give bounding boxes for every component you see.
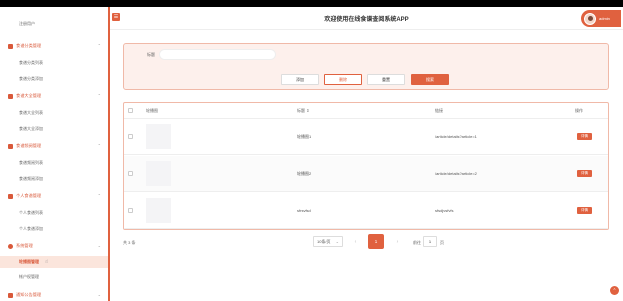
- row-checkbox[interactable]: [128, 134, 133, 139]
- menu-icon: [8, 193, 13, 199]
- sidebar-item-carousel-manage[interactable]: 轮播图管理 ☝: [0, 256, 109, 268]
- carousel-thumbnail: [146, 198, 171, 223]
- select-all-checkbox[interactable]: [128, 108, 133, 113]
- sidebar-item-personal-recipe-list[interactable]: 个人食谱列表: [0, 208, 109, 218]
- sidebar-group-recipe-category[interactable]: 食谱分类管理 ⌃: [0, 41, 109, 51]
- avatar: [584, 12, 596, 25]
- detail-button[interactable]: 详情: [577, 207, 592, 214]
- row-link: sfsdjvsfvfs: [435, 208, 454, 213]
- next-page-button[interactable]: ›: [391, 236, 404, 247]
- page-title: 欢迎使用在线食谱查阅系统APP: [324, 17, 409, 23]
- page-number-current[interactable]: 1: [368, 234, 384, 249]
- row-title: 轮播图1: [297, 134, 312, 139]
- column-header-action: 操作: [575, 108, 583, 113]
- window-top-bar: [0, 0, 623, 7]
- cursor-hand-icon: ☝: [45, 259, 49, 265]
- pagination: 共 3 条 10条/页 ⌄ ‹ 1 › 前往 1 页: [123, 233, 609, 251]
- reset-button[interactable]: 重置: [367, 74, 405, 85]
- sidebar-item-registered-users[interactable]: 注册用户: [0, 19, 109, 29]
- chevron-down-icon: ⌄: [97, 243, 101, 248]
- sidebar-item-recipe-all-list[interactable]: 食谱大全列表: [0, 108, 109, 118]
- search-panel: 标题 添加 删除 重置 搜索: [123, 43, 609, 90]
- prev-page-button[interactable]: ‹: [349, 236, 362, 247]
- sidebar-item-recipe-read-add[interactable]: 食谱频阅添加: [0, 174, 109, 184]
- title-label: 标题: [147, 52, 155, 57]
- menu-icon: [8, 143, 13, 149]
- detail-button[interactable]: 详情: [577, 170, 592, 177]
- notice-icon: [8, 292, 13, 298]
- sidebar-item-personal-recipe-add[interactable]: 个人食谱添加: [0, 224, 109, 234]
- goto-label: 前往: [413, 240, 421, 245]
- header: ☰ 欢迎使用在线食谱查阅系统APP admin: [110, 7, 623, 30]
- title-search-input[interactable]: [159, 49, 276, 60]
- sidebar-item-recipe-category-add[interactable]: 食谱分类添加: [0, 74, 109, 84]
- chevron-down-icon: ⌄: [97, 292, 101, 297]
- total-count: 共 3 条: [123, 240, 136, 245]
- sidebar-group-recipe-all[interactable]: 食谱大全管理 ⌃: [0, 91, 109, 101]
- sidebar-item-recipe-all-add[interactable]: 食谱大全添加: [0, 124, 109, 134]
- data-table: 轮播图 标题 ⇕ 链接 操作 轮播图1 /article/details?art…: [123, 102, 609, 230]
- row-title: sfrsvfsd: [297, 208, 311, 213]
- menu-icon: [8, 43, 13, 49]
- sidebar-item-recipe-category-list[interactable]: 食谱分类列表: [0, 58, 109, 68]
- sidebar-group-personal-recipe[interactable]: 个人食谱管理 ⌃: [0, 191, 109, 201]
- chevron-up-icon: ⌃: [97, 93, 101, 98]
- username: admin: [599, 16, 610, 21]
- carousel-thumbnail: [146, 124, 171, 149]
- sidebar: 注册用户 食谱分类管理 ⌃ 食谱分类列表 食谱分类添加 食谱大全管理 ⌃ 食谱大…: [0, 7, 109, 301]
- delete-button[interactable]: 删除: [324, 74, 362, 85]
- chevron-up-icon: ⌃: [97, 193, 101, 198]
- row-checkbox[interactable]: [128, 171, 133, 176]
- sidebar-group-recipe-read[interactable]: 食谱频阅管理 ⌃: [0, 141, 109, 151]
- scroll-to-top-icon[interactable]: ⌃: [610, 286, 619, 295]
- column-header-title[interactable]: 标题 ⇕: [297, 108, 309, 114]
- sidebar-accent-bar: [108, 7, 110, 301]
- page-size-select[interactable]: 10条/页 ⌄: [313, 236, 343, 247]
- row-checkbox[interactable]: [128, 208, 133, 213]
- sidebar-group-notice[interactable]: 通知公告管理 ⌄: [0, 290, 109, 300]
- chevron-up-icon: ⌃: [97, 143, 101, 148]
- detail-button[interactable]: 详情: [577, 133, 592, 140]
- add-button[interactable]: 添加: [281, 74, 319, 85]
- table-row: sfrsvfsd sfsdjvsfvfs 详情: [124, 193, 608, 229]
- sidebar-group-system[interactable]: 系统管理 ⌄: [0, 241, 109, 251]
- table-header: 轮播图 标题 ⇕ 链接 操作: [124, 103, 608, 119]
- settings-icon: [8, 243, 13, 249]
- row-link: /article/details?article=2: [435, 171, 477, 176]
- user-menu[interactable]: admin: [581, 10, 621, 27]
- table-row: 轮播图1 /article/details?article=1 详情: [124, 119, 608, 155]
- goto-suffix: 页: [440, 240, 444, 245]
- column-header-link: 链接: [435, 108, 443, 113]
- sidebar-item-account-manage[interactable]: 帐户权管理: [0, 272, 109, 282]
- sidebar-item-recipe-read-list[interactable]: 食谱频阅列表: [0, 158, 109, 168]
- row-title: 轮播图2: [297, 171, 312, 176]
- search-button[interactable]: 搜索: [411, 74, 449, 85]
- carousel-thumbnail: [146, 161, 171, 186]
- chevron-up-icon: ⌃: [97, 43, 101, 48]
- column-header-image: 轮播图: [146, 108, 158, 113]
- chevron-down-icon: ⌄: [335, 239, 339, 244]
- goto-page-input[interactable]: 1: [423, 236, 437, 247]
- row-link: /article/details?article=1: [435, 134, 477, 139]
- menu-icon: [8, 93, 13, 99]
- table-row: 轮播图2 /article/details?article=2 详情: [124, 156, 608, 192]
